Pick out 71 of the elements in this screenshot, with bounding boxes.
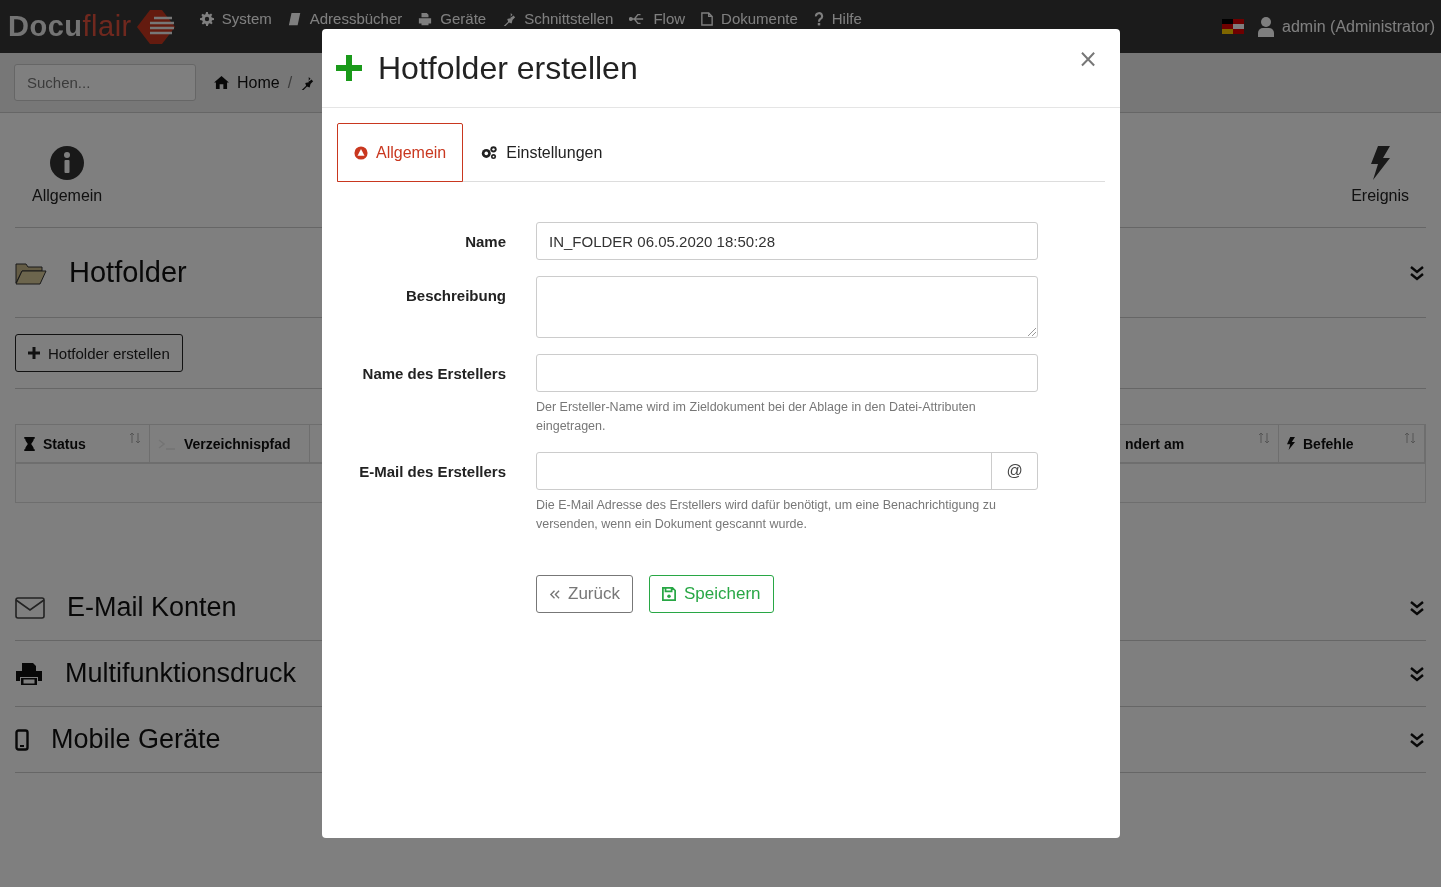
question-icon — [813, 11, 824, 26]
double-chevron-icon — [1408, 664, 1426, 683]
logo-text: Docuflair — [8, 10, 132, 43]
save-button[interactable]: Speichern — [648, 575, 774, 613]
sort-arrows-icon — [1404, 432, 1416, 444]
section-title[interactable]: E-Mail Konten — [67, 592, 237, 623]
nav-menu-item[interactable]: Flow — [629, 10, 686, 27]
home-icon — [214, 76, 229, 89]
sort-arrows-icon — [129, 432, 141, 444]
info-icon — [49, 145, 86, 181]
mobile-phone-icon — [15, 728, 29, 751]
description-field[interactable] — [536, 276, 1038, 338]
email-field[interactable]: @ — [536, 452, 1038, 490]
envelope-icon — [15, 596, 45, 619]
double-chevron-left-icon — [549, 588, 560, 600]
section-title[interactable]: Hotfolder — [69, 256, 187, 289]
toolbar-label[interactable]: Allgemein — [32, 187, 103, 205]
file-icon — [701, 11, 714, 26]
back-button[interactable]: Zurück — [536, 575, 633, 613]
logo-icon — [135, 8, 176, 45]
nav-menu-item[interactable]: Geräte — [418, 10, 487, 27]
help-text: Die E-Mail Adresse des Erstellers wird dafür benötigt, um eine Benachrichtigung zu versenden, wenn ein Dokument gescannt wurde. — [536, 497, 997, 533]
field-label: Name des Erstellers — [361, 364, 506, 384]
hourglass-icon — [24, 436, 35, 451]
user-icon — [1258, 16, 1275, 37]
sort-arrows-icon — [1258, 432, 1270, 444]
search-field[interactable]: Suchen... — [14, 64, 196, 101]
breadcrumb-link[interactable]: Home — [214, 73, 280, 92]
plus-icon — [336, 55, 362, 81]
text-field[interactable]: IN_FOLDER 06.05.2020 18:50:28 — [536, 222, 1038, 260]
field-label: Beschreibung — [404, 286, 506, 306]
text-field[interactable] — [536, 354, 1038, 392]
column-header[interactable]: Befehle — [1279, 425, 1425, 462]
user-menu[interactable]: admin (Administrator) — [1258, 16, 1435, 37]
plus-icon — [28, 347, 40, 359]
double-chevron-icon — [1408, 263, 1426, 282]
tab[interactable]: Allgemein — [337, 123, 464, 182]
double-chevron-icon — [1408, 598, 1426, 617]
dialog-title: Hotfolder erstellen — [378, 49, 638, 87]
close-button[interactable]: × — [1071, 45, 1104, 73]
section-title[interactable]: Multifunktionsdruck — [65, 658, 297, 689]
column-header[interactable]: ndert am — [1125, 425, 1279, 462]
nav-menu-item[interactable]: Hilfe — [813, 10, 862, 27]
help-text: Der Ersteller-Name wird im Zieldokument bei der Ablage in den Datei-Attributen eingetragen. — [536, 399, 977, 435]
double-chevron-icon — [1408, 730, 1426, 749]
floppy-icon — [661, 587, 676, 601]
gears-icon — [480, 145, 499, 160]
resize-grip-icon — [1028, 328, 1036, 336]
at-sign-addon: @ — [991, 453, 1037, 489]
gear-icon — [199, 11, 214, 26]
breadcrumb-separator: / — [287, 73, 293, 92]
nav-menu-item[interactable]: System — [199, 10, 272, 27]
section-title[interactable]: Mobile Geräte — [51, 724, 221, 755]
nav-menu-item[interactable]: Dokumente — [701, 10, 798, 27]
tab[interactable]: Einstellungen — [463, 123, 620, 182]
warning-circle-icon — [354, 145, 368, 160]
column-header[interactable]: Status — [16, 425, 150, 462]
printer-icon — [418, 11, 433, 26]
flag-icon — [1222, 19, 1245, 34]
field-label: Name — [464, 232, 506, 252]
lightning-icon — [1369, 145, 1392, 181]
column-header[interactable]: Verzeichnispfad — [150, 425, 310, 462]
nav-menu-item[interactable]: Schnittstellen — [502, 10, 614, 27]
create-hotfolder-button[interactable]: Hotfolder erstellen — [15, 334, 183, 372]
share-icon — [629, 11, 646, 26]
toolbar-label[interactable]: Ereignis — [1351, 187, 1409, 205]
lightning-icon — [1287, 437, 1295, 450]
printer-icon — [15, 661, 43, 686]
field-label: E-Mail des Erstellers — [358, 462, 506, 482]
open-folder-icon — [15, 260, 47, 285]
nav-menu-item[interactable]: Adressbücher — [287, 10, 403, 27]
